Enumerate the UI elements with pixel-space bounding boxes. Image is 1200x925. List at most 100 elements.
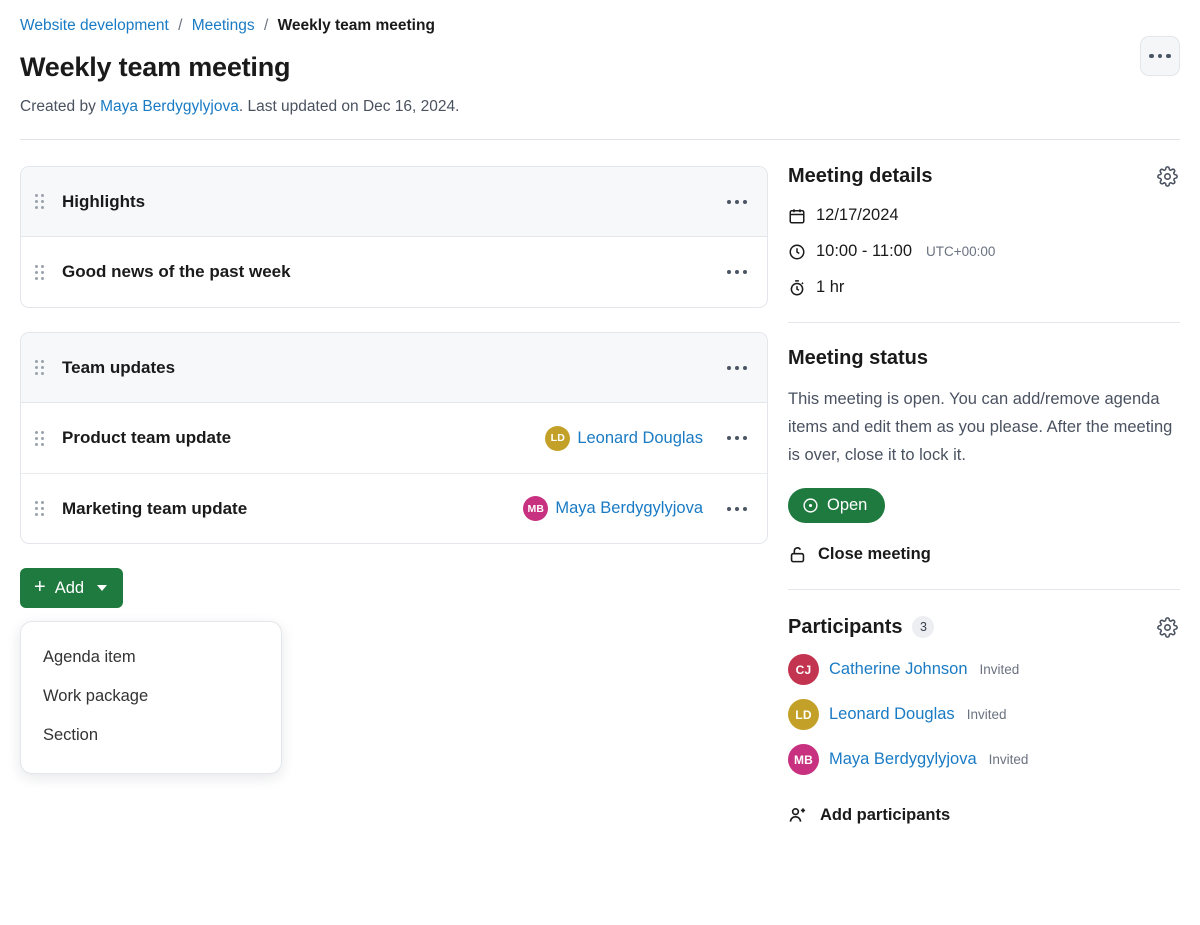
meeting-date: 12/17/2024 xyxy=(816,206,899,224)
status-badge-label: Open xyxy=(827,496,868,514)
participant-row[interactable]: MB Maya Berdygylyjova Invited xyxy=(788,744,1180,775)
breadcrumb-item-meetings[interactable]: Meetings xyxy=(192,17,255,34)
add-participants-button[interactable]: Add participants xyxy=(788,805,1180,825)
chevron-down-icon xyxy=(97,585,108,591)
avatar: CJ xyxy=(788,654,819,685)
participant-state: Invited xyxy=(988,752,1029,767)
agenda-column: Highlights Good news of the past week Te… xyxy=(20,140,768,774)
meeting-details-settings-button[interactable] xyxy=(1154,163,1180,189)
ellipsis-icon xyxy=(727,436,747,440)
agenda-item-title: Good news of the past week xyxy=(62,262,291,281)
presenter-name[interactable]: Leonard Douglas xyxy=(577,429,703,448)
menu-item-work-package[interactable]: Work package xyxy=(21,677,281,716)
page-subtitle: Created by Maya Berdygylyjova. Last upda… xyxy=(20,97,1180,117)
agenda-section: Team updates Product team update LD Leon… xyxy=(20,332,768,544)
created-by-user-link[interactable]: Maya Berdygylyjova xyxy=(100,98,239,115)
participant-state: Invited xyxy=(966,707,1007,722)
agenda-item-title: Product team update xyxy=(62,428,232,447)
drag-handle-icon[interactable] xyxy=(35,264,49,280)
agenda-item-more-button[interactable] xyxy=(725,501,749,517)
agenda-section-header[interactable]: Team updates xyxy=(21,333,767,403)
breadcrumb-separator: / xyxy=(178,17,183,34)
participant-name[interactable]: Maya Berdygylyjova xyxy=(829,750,977,769)
menu-item-section[interactable]: Section xyxy=(21,716,281,755)
ellipsis-icon xyxy=(727,506,747,511)
close-meeting-label: Close meeting xyxy=(818,545,931,563)
participant-name[interactable]: Leonard Douglas xyxy=(829,705,955,724)
agenda-section-more-button[interactable] xyxy=(725,194,749,210)
drag-handle-icon[interactable] xyxy=(35,360,49,375)
add-button-label: Add xyxy=(54,578,85,597)
agenda-section-title: Team updates xyxy=(62,357,176,377)
agenda-item-row[interactable]: Marketing team update MB Maya Berdygylyj… xyxy=(21,473,767,543)
participants-title-wrap: Participants 3 xyxy=(788,615,935,639)
meeting-status-header: Meeting status xyxy=(788,347,1180,370)
breadcrumb-item-project[interactable]: Website development xyxy=(20,17,169,34)
gear-icon xyxy=(1156,616,1178,638)
page-title: Weekly team meeting xyxy=(20,52,291,82)
participant-name[interactable]: Catherine Johnson xyxy=(829,660,968,679)
ellipsis-icon xyxy=(1149,53,1171,59)
stopwatch-icon xyxy=(790,279,804,295)
meeting-duration-row: 1 hr xyxy=(788,278,1180,297)
agenda-item-row[interactable]: Good news of the past week xyxy=(21,237,767,307)
breadcrumb: Website development / Meetings / Weekly … xyxy=(20,16,1180,36)
agenda-item-presenter[interactable]: MB Maya Berdygylyjova xyxy=(523,496,703,521)
agenda-item-title: Marketing team update xyxy=(62,498,248,518)
meeting-date-row: 12/17/2024 xyxy=(788,206,1180,225)
agenda-item-row[interactable]: Product team update LD Leonard Douglas xyxy=(21,403,767,473)
participants-title: Participants xyxy=(788,615,903,638)
ellipsis-icon xyxy=(727,365,747,370)
meeting-duration: 1 hr xyxy=(816,278,845,296)
add-button[interactable]: + Add xyxy=(20,568,124,608)
calendar-icon xyxy=(789,208,805,223)
last-updated-label: . Last updated on Dec 16, 2024. xyxy=(238,98,460,115)
dot-circle-icon xyxy=(803,498,818,513)
close-meeting-button[interactable]: Close meeting xyxy=(788,545,1180,564)
participants-block: Participants 3 CJ Catherine Johnson Invi… xyxy=(788,590,1180,825)
meeting-timezone: UTC+00:00 xyxy=(926,244,996,259)
breadcrumb-item-current: Weekly team meeting xyxy=(277,17,435,34)
avatar: MB xyxy=(788,744,819,775)
participant-row[interactable]: CJ Catherine Johnson Invited xyxy=(788,654,1180,685)
ellipsis-icon xyxy=(727,270,747,274)
menu-item-agenda-item[interactable]: Agenda item xyxy=(21,638,281,677)
meeting-details-title: Meeting details xyxy=(788,164,933,187)
created-by-label: Created by xyxy=(20,98,101,115)
drag-handle-icon[interactable] xyxy=(35,194,49,209)
agenda-item-more-button[interactable] xyxy=(725,430,749,446)
participant-row[interactable]: LD Leonard Douglas Invited xyxy=(788,699,1180,730)
meeting-status-title: Meeting status xyxy=(788,347,929,369)
meeting-status-block: Meeting status This meeting is open. You… xyxy=(788,323,1180,564)
meeting-time: 10:00 - 11:00 xyxy=(816,242,913,260)
main-content: Highlights Good news of the past week Te… xyxy=(0,140,1200,825)
clock-icon xyxy=(789,244,805,259)
agenda-section: Highlights Good news of the past week xyxy=(20,166,768,308)
agenda-item-presenter[interactable]: LD Leonard Douglas xyxy=(545,425,703,451)
agenda-item-more-button[interactable] xyxy=(725,264,749,280)
person-plus-icon xyxy=(789,807,806,822)
breadcrumb-separator: / xyxy=(263,17,269,34)
agenda-section-more-button[interactable] xyxy=(725,360,749,376)
agenda-section-title: Highlights xyxy=(62,191,146,211)
meeting-sidebar: Meeting details 12/17/2024 10:00 - 11:00… xyxy=(768,140,1180,825)
add-dropdown-menu: Agenda item Work package Section xyxy=(20,621,282,774)
participants-count-badge: 3 xyxy=(912,616,935,638)
drag-handle-icon[interactable] xyxy=(35,501,49,516)
meeting-details-header: Meeting details xyxy=(788,163,1180,189)
agenda-section-header[interactable]: Highlights xyxy=(21,167,767,237)
unlock-icon xyxy=(790,547,805,563)
avatar: MB xyxy=(523,496,549,521)
participants-header: Participants 3 xyxy=(788,614,1180,640)
status-badge[interactable]: Open xyxy=(788,488,886,523)
presenter-name[interactable]: Maya Berdygylyjova xyxy=(555,499,703,518)
participants-settings-button[interactable] xyxy=(1154,614,1180,640)
meeting-details-block: Meeting details 12/17/2024 10:00 - 11:00… xyxy=(788,163,1180,297)
gear-icon xyxy=(1156,165,1178,187)
ellipsis-icon xyxy=(727,199,747,204)
drag-handle-icon[interactable] xyxy=(35,430,49,446)
plus-icon: + xyxy=(34,576,46,598)
meeting-time-row: 10:00 - 11:00 UTC+00:00 xyxy=(788,242,1180,261)
add-control: + Add Agenda item Work package Section xyxy=(20,568,768,774)
page-more-button[interactable] xyxy=(1140,36,1180,76)
